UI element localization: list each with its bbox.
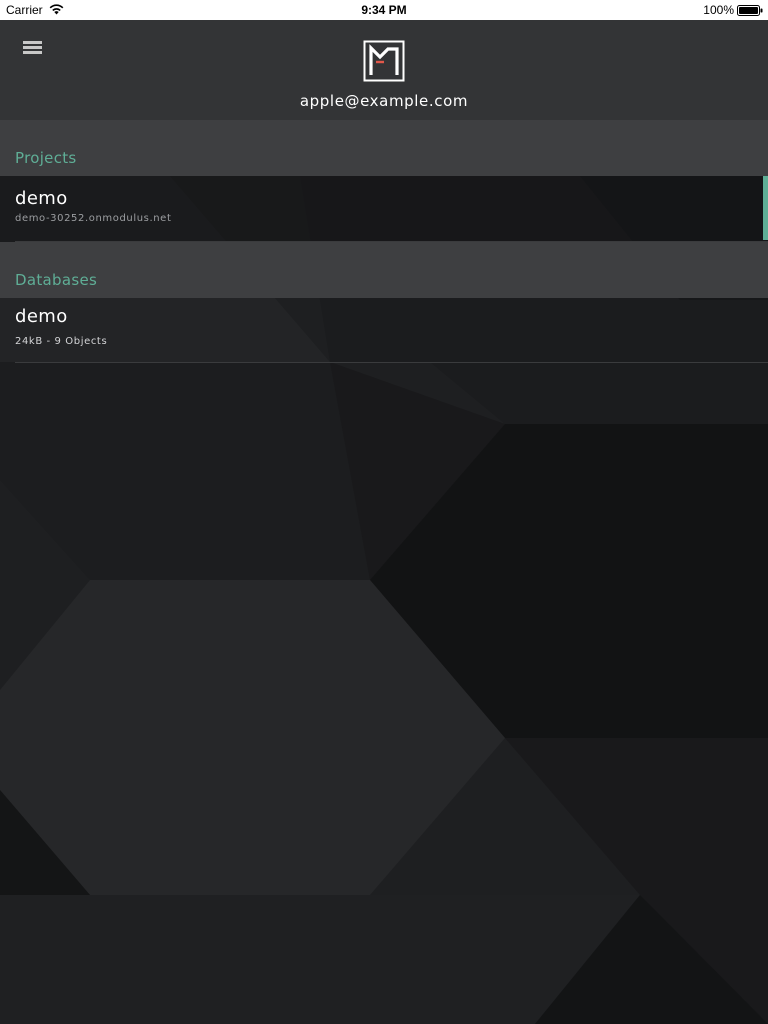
projects-section-header: Projects	[0, 120, 768, 176]
project-row-demo[interactable]: demo demo-30252.onmodulus.net	[0, 176, 768, 242]
database-stats: 24kB - 9 Objects	[15, 336, 108, 347]
status-bar: Carrier 9:34 PM 100%	[0, 0, 768, 20]
row-divider	[15, 362, 768, 363]
battery-icon	[737, 5, 763, 16]
databases-section-header: Databases	[0, 242, 768, 298]
projects-section-title: Projects	[15, 149, 77, 167]
project-url: demo-30252.onmodulus.net	[15, 213, 172, 224]
modulus-logo	[363, 40, 405, 82]
app-screen: Carrier 9:34 PM 100% apple@example.com P	[0, 0, 768, 1024]
account-email: apple@example.com	[299, 92, 469, 110]
database-row-demo[interactable]: demo 24kB - 9 Objects	[0, 298, 768, 363]
database-name: demo	[15, 306, 68, 327]
hamburger-menu-icon-bar-3	[23, 51, 42, 54]
battery-percentage: 100%	[703, 3, 734, 17]
status-time: 9:34 PM	[361, 3, 407, 17]
databases-section-title: Databases	[15, 271, 98, 289]
selected-indicator	[763, 176, 768, 240]
hamburger-menu-icon-bar-2	[23, 46, 42, 49]
hamburger-menu-icon	[23, 41, 42, 44]
menu-button[interactable]	[14, 32, 50, 62]
app-header: apple@example.com	[0, 20, 768, 120]
project-name: demo	[15, 188, 68, 209]
